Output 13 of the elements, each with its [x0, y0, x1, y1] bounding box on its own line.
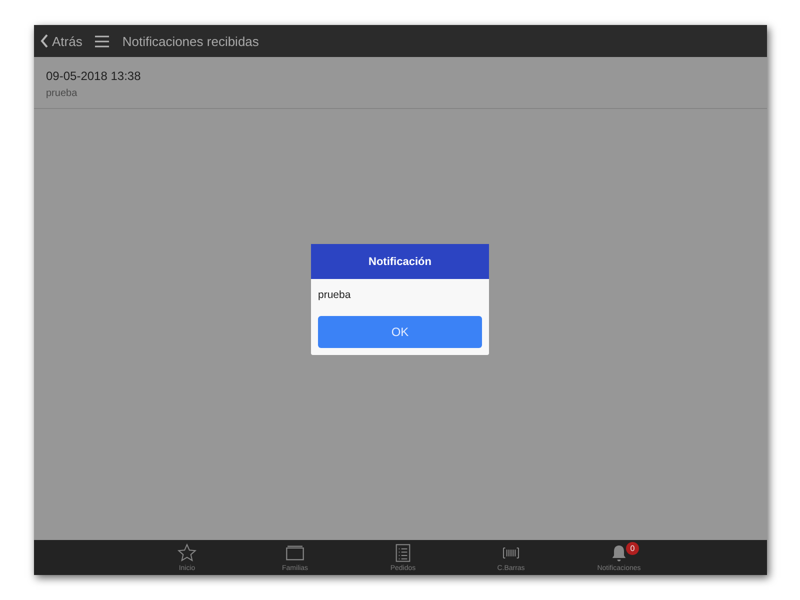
dialog-title: Notificación — [311, 244, 489, 279]
screen-title: Notificaciones recibidas — [122, 34, 259, 48]
list-icon — [393, 543, 413, 563]
chevron-left-icon — [40, 34, 49, 48]
star-icon — [177, 543, 197, 563]
folder-icon — [285, 543, 305, 563]
notification-message: prueba — [46, 88, 78, 99]
dialog-message: prueba — [317, 288, 352, 303]
notification-time: 09-05-2018 13:38 — [46, 69, 142, 83]
menu-icon[interactable] — [94, 34, 110, 48]
ok-button[interactable]: OK — [318, 316, 482, 348]
back-button[interactable]: Atrás — [40, 34, 82, 48]
count-badge: 0 — [626, 542, 639, 555]
